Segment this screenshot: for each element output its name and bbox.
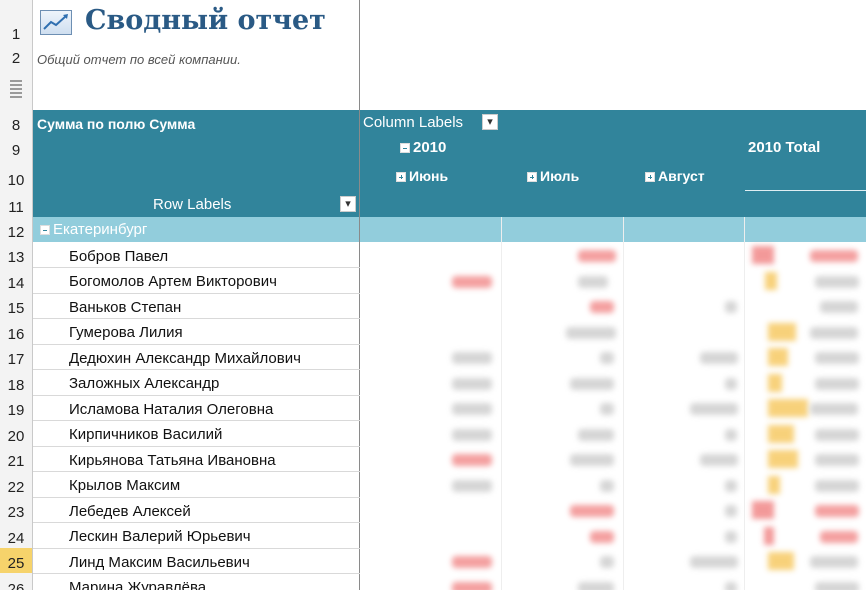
month-header-june[interactable]: Июнь [396, 168, 448, 184]
row-label[interactable]: Ваньков Степан [69, 299, 181, 316]
collapse-icon[interactable] [40, 225, 50, 235]
row-label[interactable]: Исламова Наталия Олеговна [69, 401, 273, 418]
row-label[interactable]: Крылов Максим [69, 477, 180, 494]
row-labels-filter-button[interactable]: ▾ [340, 196, 356, 212]
row-number[interactable]: 18 [0, 369, 33, 395]
row-number[interactable]: 1 [0, 0, 33, 44]
row-label[interactable]: Заложных Александр [69, 375, 219, 392]
column-labels-filter-button[interactable]: ▾ [482, 114, 498, 130]
row-number[interactable]: 12 [0, 217, 33, 242]
total-header-underline [745, 190, 866, 191]
values-field-label: Сумма по полю Сумма [37, 116, 196, 132]
group-label[interactable]: Екатеринбург [40, 221, 147, 238]
group-row[interactable] [33, 217, 866, 242]
row-label[interactable]: Марина Журавлёва [69, 579, 206, 590]
row-number[interactable]: 20 [0, 420, 33, 446]
expand-icon[interactable] [645, 172, 655, 182]
row-labels-header: Row Labels [153, 196, 232, 213]
row-number[interactable]: 10 [0, 160, 33, 190]
expand-icon[interactable] [527, 172, 537, 182]
row-label[interactable]: Богомолов Артем Викторович [69, 273, 277, 290]
row-number[interactable]: 2 [0, 44, 33, 68]
row-label[interactable]: Лебедев Алексей [69, 503, 191, 520]
row-number[interactable]: 13 [0, 242, 33, 267]
row-number[interactable]: 26 [0, 573, 33, 590]
row-number[interactable]: 22 [0, 471, 33, 497]
page-title: Сводный отчет [85, 5, 326, 36]
year-header[interactable]: 2010 [400, 139, 446, 156]
row-label[interactable]: Кирьянова Татьяна Ивановна [69, 452, 276, 469]
month-header-august[interactable]: Август [645, 168, 705, 184]
year-total-header: 2010 Total [748, 139, 821, 156]
row-number[interactable]: 11 [0, 190, 33, 217]
row-label[interactable]: Линд Максим Васильевич [69, 554, 250, 571]
expand-icon[interactable] [396, 172, 406, 182]
year-label: 2010 [413, 139, 447, 156]
hidden-rows-indicator[interactable] [0, 68, 33, 110]
row-label[interactable]: Кирпичников Василий [69, 426, 222, 443]
spreadsheet[interactable]: 1 2 8 9 10 11 12 13 14 15 16 17 18 19 20… [0, 0, 866, 590]
row-label[interactable]: Гумерова Лилия [69, 324, 183, 341]
column-labels-header: Column Labels [363, 114, 464, 131]
month-header-july[interactable]: Июль [527, 168, 579, 184]
row-number[interactable]: 21 [0, 446, 33, 471]
row-number[interactable]: 15 [0, 293, 33, 318]
row-label[interactable]: Дедюхин Александр Михайлович [69, 350, 301, 367]
row-number[interactable]: 19 [0, 395, 33, 420]
row-label[interactable]: Лескин Валерий Юрьевич [69, 528, 251, 545]
row-label[interactable]: Бобров Павел [69, 248, 168, 265]
row-number[interactable]: 8 [0, 110, 33, 135]
row-number[interactable]: 14 [0, 267, 33, 293]
row-number[interactable]: 16 [0, 318, 33, 344]
row-number[interactable]: 24 [0, 522, 33, 548]
row-number-active[interactable]: 25 [0, 548, 33, 573]
chart-icon [40, 10, 72, 35]
row-number[interactable]: 23 [0, 497, 33, 522]
column-divider [359, 0, 360, 590]
row-number[interactable]: 9 [0, 135, 33, 160]
row-number[interactable]: 17 [0, 344, 33, 369]
page-subtitle: Общий отчет по всей компании. [37, 52, 241, 67]
collapse-icon[interactable] [400, 143, 410, 153]
